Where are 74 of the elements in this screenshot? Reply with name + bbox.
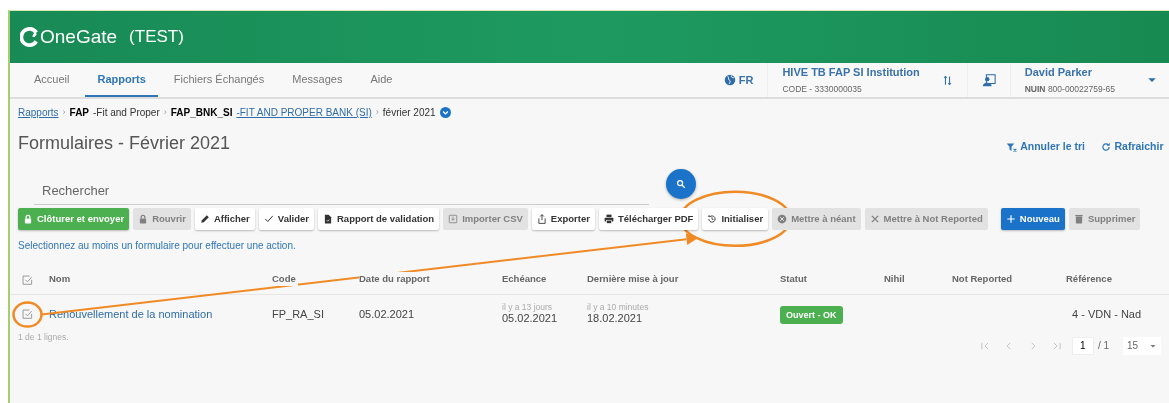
table-cell-text: 18.02.2021 (587, 311, 644, 325)
first-page-icon[interactable] (979, 340, 990, 351)
breadcrumb-separator: › (375, 105, 379, 119)
toolbar-button[interactable]: Initialiser (702, 207, 769, 230)
environment-label: (TEST) (129, 26, 184, 49)
check-icon (263, 213, 274, 224)
globe-icon (724, 74, 736, 86)
nav-tab[interactable]: Accueil (22, 63, 82, 97)
breadcrumb-separator: › (62, 105, 66, 119)
import-icon (448, 213, 459, 224)
row-count: 1 de 1 lignes. (18, 332, 69, 342)
pencil-icon (199, 213, 210, 224)
checkbox-icon[interactable] (22, 309, 33, 321)
search-icon (675, 179, 686, 189)
breadcrumb-link[interactable]: Rapports (18, 105, 59, 120)
share-icon (536, 213, 547, 224)
logo-icon (20, 27, 40, 47)
column-header: Dernière mise à jour (587, 272, 681, 287)
table-cell-text: 05.02.2021 (502, 311, 559, 325)
refresh-icon (1101, 142, 1112, 152)
printer-icon (603, 213, 614, 224)
nav-tab[interactable]: Fichiers Échangés (161, 63, 277, 97)
app-logo[interactable]: OneGate (40, 22, 118, 52)
breadcrumb-code: FAP (69, 106, 90, 120)
page-total: / 1 (1097, 339, 1109, 354)
page-size-select[interactable]: 15 (1123, 336, 1161, 355)
cross-icon (869, 213, 880, 224)
column-header: Code (272, 272, 298, 287)
toolbar-button[interactable]: Rapport de validation (318, 207, 440, 230)
clear-sort-link[interactable]: Annuler le tri (1006, 139, 1085, 155)
breadcrumb-link[interactable]: -FIT AND PROPER BANK (SI) (236, 105, 372, 120)
cancel-icon (777, 213, 788, 224)
status-badge: Ouvert - OK (780, 305, 843, 324)
nav-tab[interactable]: Rapports (85, 63, 158, 97)
search-button[interactable] (665, 169, 696, 199)
document-icon (323, 213, 333, 224)
history-icon (707, 213, 718, 224)
page-title: Formulaires - Février 2021 (17, 132, 232, 155)
toolbar-button[interactable]: Clôturer et envoyer (18, 207, 130, 230)
breadcrumb-item: février 2021 (382, 106, 436, 120)
column-header: Not Reported (952, 272, 1015, 287)
institution-code: CODE - 3330000035 (782, 83, 863, 96)
page-field[interactable]: 1 (1071, 336, 1094, 355)
institution-name: HIVE TB FAP SI Institution (782, 65, 920, 80)
toolbar-button[interactable]: Exporter (531, 207, 595, 230)
last-page-icon[interactable] (1051, 340, 1062, 351)
table-cell-text: 4 - VDN - Nad (1071, 307, 1143, 320)
contact-card-icon[interactable] (981, 73, 996, 87)
nav-tab[interactable]: Messages (280, 63, 355, 97)
form-link[interactable]: Renouvellement de la nomination (49, 307, 213, 320)
refresh-link[interactable]: Rafraichir (1101, 139, 1164, 155)
swap-icon[interactable] (941, 74, 953, 86)
user-name: David Parker (1024, 65, 1093, 80)
toolbar-button[interactable]: Afficher (194, 207, 255, 230)
column-header: Date du rapport (359, 272, 432, 287)
search-field[interactable]: Rechercher (34, 176, 649, 205)
trash-icon (1073, 213, 1084, 224)
plus-icon (1005, 213, 1016, 224)
breadcrumb-code: FAP_BNK_SI (170, 106, 233, 120)
table-cell-text: FP_RA_SI (272, 307, 325, 320)
lock-icon (138, 213, 149, 224)
breadcrumb-separator: › (163, 105, 167, 119)
user-id: NUIN 800-00022759-65 (1024, 83, 1115, 96)
table-cell-text: 05.02.2021 (359, 307, 416, 320)
lock-icon (23, 213, 33, 224)
checkbox-icon[interactable] (22, 274, 33, 286)
breadcrumb-item: -Fit and Proper (93, 106, 160, 120)
toolbar-button[interactable]: Nouveau (1000, 207, 1065, 230)
hint-text: Selectionnez au moins un formulaire pour effectuer une action. (17, 238, 297, 253)
language-selector[interactable]: FR (724, 71, 754, 89)
toolbar-button[interactable]: Valider (258, 207, 314, 230)
filter-clear-icon (1006, 141, 1018, 153)
nav-tab[interactable]: Aide (358, 63, 405, 97)
toolbar-button[interactable]: Télécharger PDF (598, 207, 699, 230)
